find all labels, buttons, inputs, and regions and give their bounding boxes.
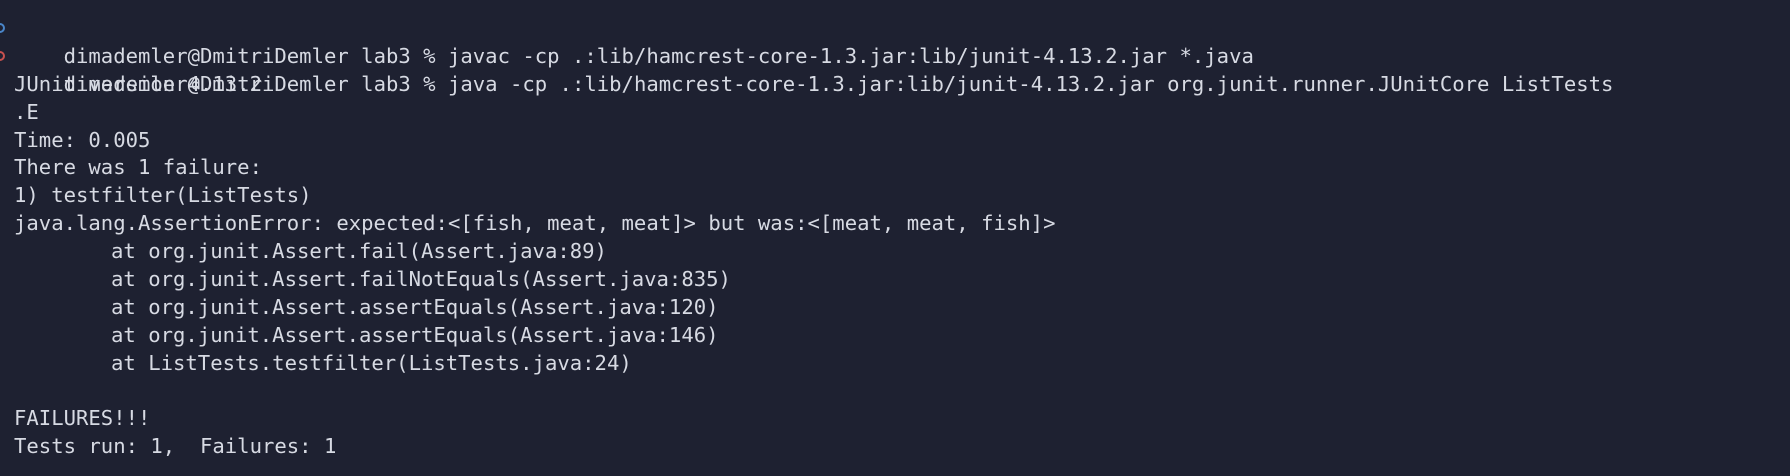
output-line-failure-count: There was 1 failure:	[14, 155, 262, 180]
output-blank-line	[0, 378, 1790, 406]
output-line-failed-test: 1) testfilter(ListTests)	[14, 183, 312, 208]
command-failure-marker-icon[interactable]	[0, 50, 5, 61]
command-line-javac: dimademler@DmitriDemler lab3 % javac -cp…	[0, 15, 1790, 68]
output-line-progress: .E	[14, 99, 39, 124]
output-line-test-summary: Tests run: 1, Failures: 1	[14, 434, 337, 459]
stack-trace-line: at ListTests.testfilter(ListTests.java:2…	[111, 350, 632, 375]
stack-trace-line: at org.junit.Assert.fail(Assert.java:89)	[111, 239, 607, 264]
stack-trace-line: at org.junit.Assert.failNotEquals(Assert…	[111, 267, 731, 292]
stack-trace-line: at org.junit.Assert.assertEquals(Assert.…	[111, 294, 719, 319]
command-success-marker-icon[interactable]	[0, 23, 5, 33]
terminal-window[interactable]: dimademler@DmitriDemler lab3 % javac -cp…	[0, 0, 1790, 476]
output-line-time: Time: 0.005	[14, 127, 151, 152]
output-line-failures-banner: FAILURES!!!	[14, 406, 151, 431]
command-line-java: dimademler@DmitriDemler lab3 % java -cp …	[0, 43, 1790, 96]
stack-trace-line: at org.junit.Assert.assertEquals(Assert.…	[111, 322, 719, 347]
output-line-junit-version: JUnit version 4.13.2	[14, 71, 262, 96]
output-line-assertion-error: java.lang.AssertionError: expected:<[fis…	[14, 211, 1056, 236]
